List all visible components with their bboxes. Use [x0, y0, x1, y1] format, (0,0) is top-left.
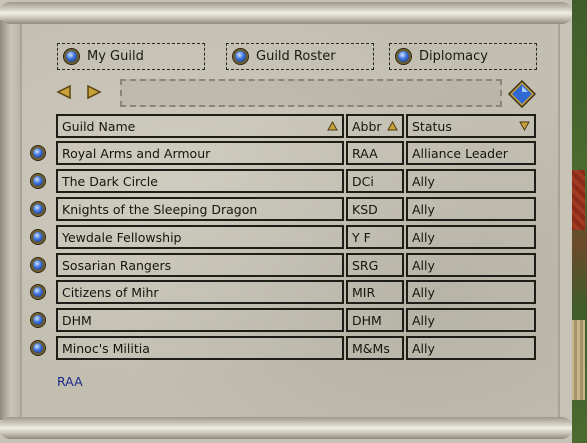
column-header-label: Abbr [352, 118, 382, 134]
guild-abbr-cell: Y F [346, 225, 404, 249]
next-page-button[interactable] [86, 84, 102, 100]
tab-my-guild-label: My Guild [87, 49, 144, 64]
tab-my-guild[interactable]: My Guild [57, 43, 205, 70]
guild-name-cell: Royal Arms and Armour [56, 141, 344, 165]
guild-status-cell: Ally [406, 280, 536, 304]
column-header-abbr[interactable]: Abbr [346, 114, 404, 138]
blue-gem-icon [31, 146, 45, 160]
row-select-button[interactable] [31, 313, 45, 327]
guild-status-cell: Ally [406, 197, 536, 221]
guild-status-cell: Ally [406, 253, 536, 277]
column-header-guild-name[interactable]: Guild Name [56, 114, 344, 138]
guild-abbr-cell: M&Ms [346, 336, 404, 360]
row-select-button[interactable] [31, 258, 45, 272]
blue-gem-icon [64, 49, 79, 64]
guild-abbr-cell: SRG [346, 253, 404, 277]
blue-gem-icon [31, 230, 45, 244]
guild-status-cell: Ally [406, 336, 536, 360]
blue-gem-icon [396, 49, 411, 64]
tab-diplomacy[interactable]: Diplomacy [389, 43, 537, 70]
scroll-bottom-rod [0, 417, 572, 439]
guild-status-cell: Ally [406, 308, 536, 332]
column-header-status[interactable]: Status [406, 114, 536, 138]
guild-filter-input[interactable] [120, 79, 502, 107]
guild-name-cell: Citizens of Mihr [56, 280, 344, 304]
blue-gem-icon [31, 285, 45, 299]
guild-abbr-cell: DCi [346, 169, 404, 193]
guild-status-cell: Ally [406, 225, 536, 249]
column-header-label: Status [412, 118, 452, 134]
tab-guild-roster[interactable]: Guild Roster [226, 43, 374, 70]
guild-abbr-cell: DHM [346, 308, 404, 332]
guild-name-cell: Knights of the Sleeping Dragon [56, 197, 344, 221]
guild-status-cell: Ally [406, 169, 536, 193]
blue-gem-icon [31, 258, 45, 272]
tab-diplomacy-label: Diplomacy [419, 49, 488, 64]
scroll-top-rod [0, 2, 572, 24]
blue-gem-icon [31, 174, 45, 188]
row-select-button[interactable] [31, 341, 45, 355]
guild-name-cell: Yewdale Fellowship [56, 225, 344, 249]
guild-abbr-cell: RAA [346, 141, 404, 165]
guild-name-cell: The Dark Circle [56, 169, 344, 193]
blue-gem-icon [31, 313, 45, 327]
guild-name-cell: DHM [56, 308, 344, 332]
blue-gem-icon [31, 341, 45, 355]
guild-status-cell: Alliance Leader [406, 141, 536, 165]
selected-guild-abbr: RAA [57, 374, 83, 389]
column-header-label: Guild Name [62, 118, 136, 134]
blue-diamond-icon [508, 80, 536, 108]
previous-page-button[interactable] [56, 84, 72, 100]
row-select-button[interactable] [31, 146, 45, 160]
row-select-button[interactable] [31, 174, 45, 188]
arrow-right-icon [87, 84, 102, 100]
triangle-down-icon [519, 121, 530, 131]
row-select-button[interactable] [31, 285, 45, 299]
guild-diplomacy-gump: My Guild Guild Roster Diplomacy Guild Na… [0, 0, 572, 443]
arrow-left-icon [56, 84, 71, 100]
search-button[interactable] [508, 80, 536, 108]
guild-name-cell: Minoc's Militia [56, 336, 344, 360]
guild-name-cell: Sosarian Rangers [56, 253, 344, 277]
triangle-up-icon [327, 121, 338, 131]
blue-gem-icon [233, 49, 248, 64]
row-select-button[interactable] [31, 202, 45, 216]
scroll-left-edge [0, 20, 22, 420]
tab-guild-roster-label: Guild Roster [256, 49, 336, 64]
row-select-button[interactable] [31, 230, 45, 244]
blue-gem-icon [31, 202, 45, 216]
guild-abbr-cell: KSD [346, 197, 404, 221]
triangle-up-icon [387, 121, 398, 131]
guild-abbr-cell: MIR [346, 280, 404, 304]
